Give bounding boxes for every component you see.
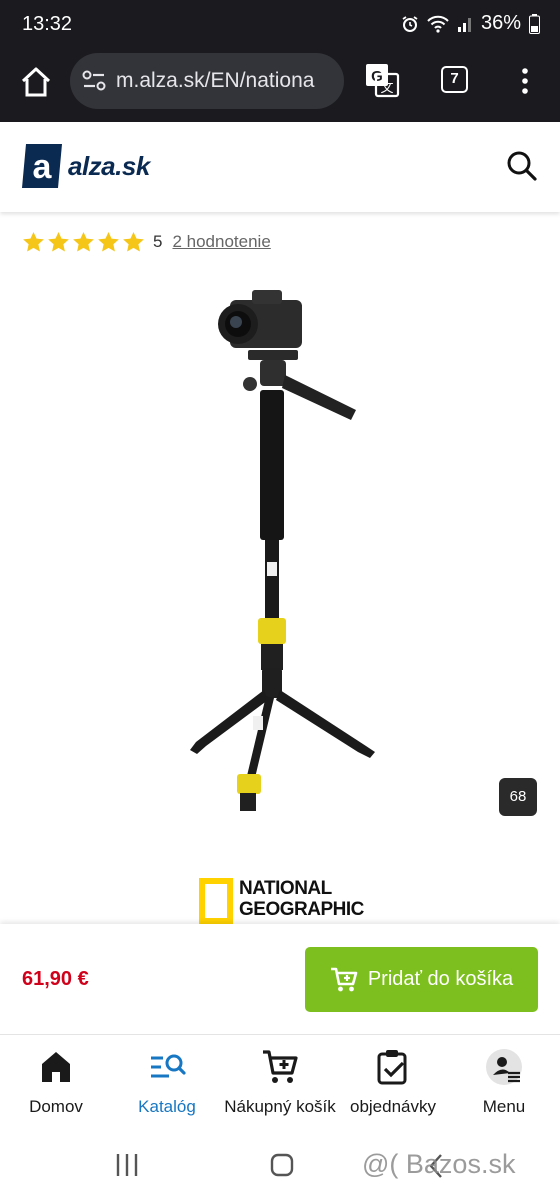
system-home-icon[interactable] — [270, 1153, 294, 1177]
product-price: 61,90 € — [22, 968, 89, 990]
star-icon — [23, 231, 44, 252]
rating-stars — [22, 231, 145, 253]
reviews-link[interactable]: 2 hodnotenie — [172, 232, 270, 252]
nav-label: Domov — [29, 1097, 83, 1116]
nav-item-catalog[interactable]: Katalóg — [107, 1047, 227, 1117]
home-icon[interactable] — [18, 64, 54, 100]
nav-item-home[interactable]: Domov — [0, 1047, 116, 1117]
nav-item-orders[interactable]: objednávky — [333, 1047, 453, 1117]
battery-icon — [529, 13, 540, 34]
nav-label: objednávky — [349, 1097, 436, 1116]
tripod-base — [190, 668, 375, 811]
star-icon — [123, 231, 144, 252]
nav-item-menu[interactable]: Menu — [444, 1047, 560, 1117]
brand-line-1: NATIONAL — [239, 878, 332, 899]
alza-logo-mark: a — [22, 144, 62, 188]
site-header: a alza.sk — [0, 122, 560, 212]
purchase-bar: 61,90 € Pridať do košíka — [0, 924, 560, 1034]
bottom-navigation: Domov Katalóg Nákupný košík objednávky M… — [0, 1034, 560, 1134]
home-icon — [42, 1052, 70, 1082]
nav-item-cart[interactable]: Nákupný košík — [220, 1047, 340, 1117]
svg-text:a: a — [33, 148, 53, 186]
cart-icon — [330, 967, 358, 991]
url-text: m.alza.sk/EN/nationa — [116, 69, 315, 92]
address-bar[interactable]: m.alza.sk/EN/nationa — [70, 53, 344, 109]
tab-switcher-button[interactable]: 7 — [441, 66, 468, 93]
status-bar: 13:32 36% — [0, 0, 560, 50]
wifi-icon — [427, 15, 449, 33]
alarm-icon — [402, 15, 418, 32]
brand-logo[interactable]: NATIONAL GEOGRAPHIC — [199, 878, 364, 924]
monopod-column — [258, 390, 286, 670]
translate-icon[interactable]: G文 — [364, 62, 400, 98]
star-icon — [73, 231, 94, 252]
browser-toolbar: m.alza.sk/EN/nationa G文 7 — [0, 50, 560, 122]
star-icon — [48, 231, 69, 252]
brand-yellow-frame — [199, 878, 233, 924]
search-icon[interactable] — [506, 150, 538, 182]
rating-value: 5 — [153, 232, 163, 251]
watermark: @( Bazos.sk — [362, 1149, 516, 1179]
recent-apps-icon[interactable] — [115, 1152, 139, 1178]
alza-logo-text: alza.sk — [68, 150, 150, 181]
user-menu-icon — [486, 1049, 522, 1085]
nav-label: Nákupný košík — [224, 1097, 336, 1116]
status-time: 13:32 — [22, 13, 73, 35]
brand-name: NATIONAL GEOGRAPHIC — [239, 878, 364, 920]
star-icon — [98, 231, 119, 252]
photo-count-badge[interactable]: 68 — [499, 778, 537, 816]
product-rating: 5 2 hodnotenie — [22, 231, 271, 253]
more-vert-icon[interactable] — [515, 66, 535, 96]
status-icons: 36% — [401, 12, 540, 35]
add-to-cart-label: Pridať do košíka — [367, 968, 514, 990]
cart-icon — [263, 1050, 298, 1083]
system-navigation: @( Bazos.sk — [0, 1134, 560, 1200]
battery-percent: 36% — [480, 12, 521, 34]
site-settings-icon[interactable] — [82, 70, 106, 92]
camera-body — [218, 290, 302, 348]
product-image[interactable] — [170, 280, 400, 820]
signal-icon — [457, 17, 471, 32]
add-to-cart-button[interactable]: Pridať do košíka — [305, 947, 538, 1012]
nav-label: Menu — [482, 1097, 526, 1116]
brand-line-2: GEOGRAPHIC — [239, 899, 364, 920]
catalog-search-icon — [151, 1054, 186, 1078]
pan-head — [243, 350, 356, 420]
alza-logo[interactable]: a alza.sk — [22, 144, 150, 188]
orders-clipboard-icon — [377, 1050, 407, 1085]
svg-text:文: 文 — [380, 81, 393, 96]
nav-label: Katalóg — [138, 1097, 196, 1116]
